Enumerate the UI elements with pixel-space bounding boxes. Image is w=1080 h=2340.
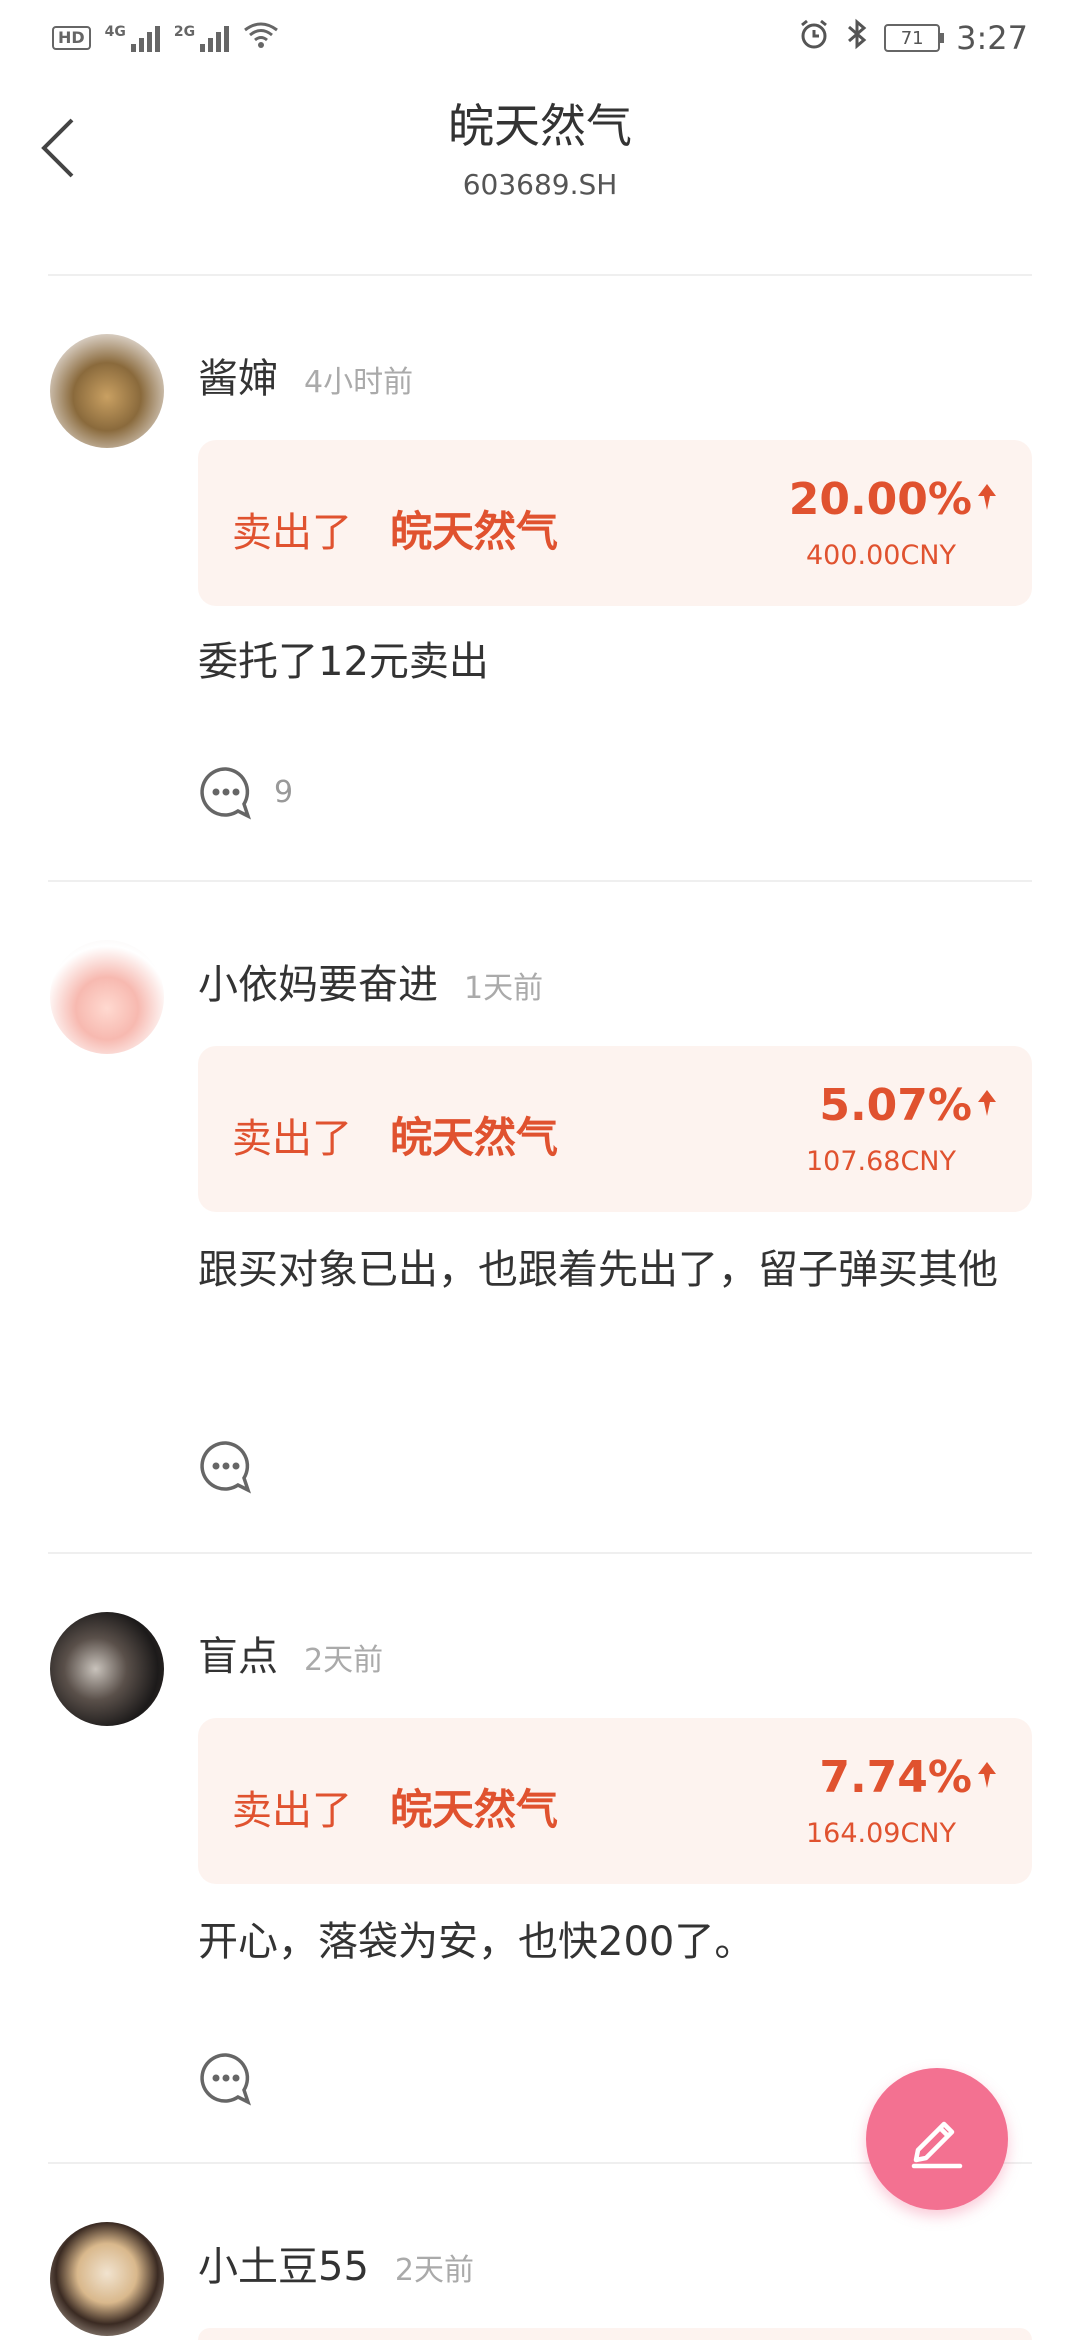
post-header: 小土豆55 2天前 <box>198 2234 474 2292</box>
divider <box>48 1552 1032 1554</box>
page-title: 皖天然气 <box>448 99 632 153</box>
avatar[interactable] <box>50 940 164 1054</box>
post-text: 开心，落袋为安，也快200了。 <box>198 1919 755 1965</box>
up-arrow-icon <box>978 1090 996 1116</box>
trade-card[interactable]: 卖出了 皖天然气 7.74% 164.09CNY <box>198 1718 1032 1884</box>
compose-button[interactable] <box>866 2068 1008 2210</box>
comment-count: 9 <box>274 774 294 810</box>
pencil-icon <box>911 2121 963 2169</box>
comment-icon <box>200 2053 251 2106</box>
comment-button[interactable] <box>198 2050 274 2106</box>
avatar[interactable] <box>50 2222 164 2336</box>
trade-action: 卖出了 <box>232 1788 352 1834</box>
trade-amount: 164.09CNY <box>805 1818 956 1849</box>
trade-percent: 7.74% <box>819 1752 972 1803</box>
post-header: 小依妈要奋进 1天前 <box>198 952 543 1010</box>
signal-icon: 4G <box>105 24 160 52</box>
post-text: 跟买对象已出，也跟着先出了，留子弹买其他 <box>198 1247 998 1293</box>
clock: 3:27 <box>956 19 1028 57</box>
status-right: 71 3:27 <box>798 18 1028 58</box>
network-type-label-2: 2G <box>173 24 196 40</box>
avatar[interactable] <box>50 334 164 448</box>
trade-action: 卖出了 <box>232 510 352 556</box>
trade-percent: 20.00% <box>788 474 972 525</box>
stock-code: 603689.SH <box>462 168 618 201</box>
divider <box>48 880 1032 882</box>
alarm-icon <box>798 18 830 58</box>
trade-stock-name: 皖天然气 <box>390 1785 559 1834</box>
comment-button[interactable] <box>198 1438 274 1494</box>
avatar[interactable] <box>50 1612 164 1726</box>
up-arrow-icon <box>978 484 996 510</box>
post-header: 盲点 2天前 <box>198 1624 383 1682</box>
trade-percent: 5.07% <box>819 1080 972 1131</box>
hd-icon: HD <box>52 26 91 50</box>
post-time: 2天前 <box>394 2253 474 2288</box>
trade-amount: 400.00CNY <box>805 540 956 571</box>
comment-icon <box>200 1441 251 1494</box>
trade-stock-name: 皖天然气 <box>390 507 559 556</box>
trade-action: 卖出了 <box>232 1116 352 1162</box>
post-time: 2天前 <box>304 1643 384 1678</box>
bluetooth-icon <box>846 18 868 58</box>
trade-amount: 107.68CNY <box>805 1146 956 1177</box>
status-left: HD 4G 2G <box>52 20 279 56</box>
battery-icon: 71 <box>884 24 945 52</box>
network-type-label: 4G <box>104 24 126 40</box>
username[interactable]: 小土豆55 <box>198 2244 369 2290</box>
comment-button[interactable]: 9 <box>198 764 293 820</box>
post-time: 1天前 <box>464 971 544 1006</box>
wifi-icon <box>243 20 279 56</box>
signal-icon-2: 2G <box>173 24 230 52</box>
username[interactable]: 酱婶 <box>198 356 278 402</box>
status-bar: HD 4G 2G 71 3:27 <box>0 0 1080 75</box>
post-text: 委托了12元卖出 <box>198 639 489 685</box>
username[interactable]: 小依妈要奋进 <box>198 962 438 1008</box>
battery-level: 71 <box>900 27 924 49</box>
up-arrow-icon <box>978 1762 996 1788</box>
trade-card[interactable]: 卖出了 皖天然气 20.00% 400.00CNY <box>198 440 1032 606</box>
header-divider <box>48 274 1032 276</box>
trade-card[interactable]: 卖出了 皖天然气 5.07% 107.68CNY <box>198 1046 1032 1212</box>
post-time: 4小时前 <box>304 365 414 400</box>
username[interactable]: 盲点 <box>198 1634 278 1680</box>
post-header: 酱婶 4小时前 <box>198 346 413 404</box>
trade-stock-name: 皖天然气 <box>390 1113 559 1162</box>
trade-card[interactable] <box>198 2328 1032 2340</box>
comment-icon <box>200 767 251 820</box>
